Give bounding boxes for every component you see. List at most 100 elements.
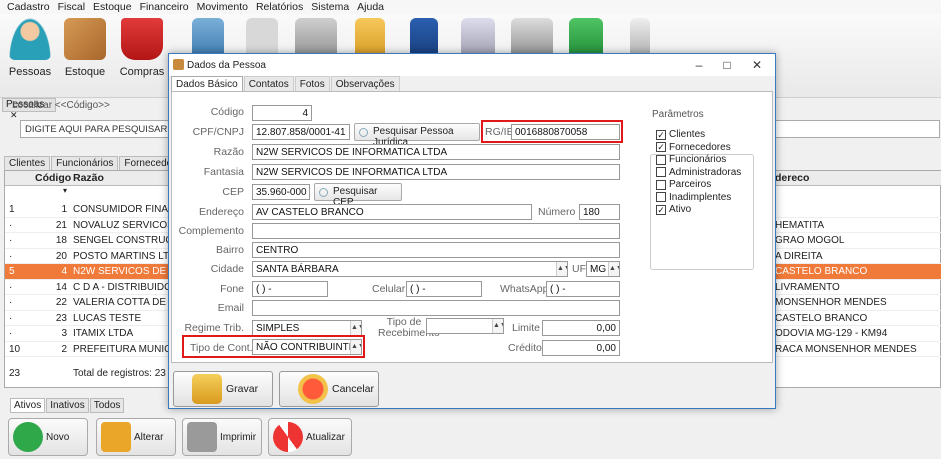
chevron-down-icon[interactable]: ▲▼ xyxy=(556,262,567,276)
row-code: 1 xyxy=(61,204,67,215)
uf-value: MG xyxy=(590,264,607,275)
whatsapp-field[interactable]: ( ) - xyxy=(546,281,620,297)
regime-select[interactable]: SIMPLES ▲▼ xyxy=(252,320,362,336)
label-regime: Regime Trib. xyxy=(184,322,244,334)
tab-observacoes[interactable]: Observações xyxy=(330,76,400,92)
header-razao[interactable]: Razão xyxy=(73,172,104,184)
menu-estoque[interactable]: Estoque xyxy=(89,0,136,14)
toolbar-estoque-button[interactable]: Estoque xyxy=(59,18,111,78)
filter-arrow[interactable]: ▾ xyxy=(63,186,67,195)
checkbox-icon[interactable] xyxy=(656,167,666,177)
chevron-down-icon[interactable]: ▲▼ xyxy=(350,321,361,335)
cep-field[interactable]: 35.960-000 xyxy=(252,184,310,200)
novo-button[interactable]: Novo xyxy=(8,418,88,456)
cidade-select[interactable]: SANTA BÁRBARA ▲▼ xyxy=(252,261,568,277)
row-index: 1 xyxy=(9,204,15,215)
checkbox-icon[interactable] xyxy=(656,154,666,165)
checkbox-icon[interactable] xyxy=(656,192,666,202)
pesquisar-juridica-button[interactable]: Pesquisar Pessoa Jurídica xyxy=(354,123,480,148)
bairro-field[interactable]: CENTRO xyxy=(252,242,620,258)
atualizar-label: Atualizar xyxy=(306,431,345,443)
label-razao: Razão xyxy=(213,146,244,158)
param-label: Administradoras xyxy=(669,166,742,178)
menu-financeiro[interactable]: Financeiro xyxy=(136,0,193,14)
imprimir-button[interactable]: Imprimir xyxy=(182,418,262,456)
param-checkbox[interactable]: ✓ Ativo xyxy=(656,204,691,215)
row-endereco: GRAO MOGOL xyxy=(775,235,845,246)
imprimir-label: Imprimir xyxy=(220,431,257,443)
param-checkbox[interactable]: Administradoras xyxy=(656,167,741,178)
menu-ajuda[interactable]: Ajuda xyxy=(353,0,388,14)
gravar-button[interactable]: Gravar xyxy=(173,371,273,407)
checkbox-icon[interactable] xyxy=(656,179,666,190)
menu-relatorios[interactable]: Relatórios xyxy=(252,0,307,14)
row-razao: CONSUMIDOR FINAL xyxy=(73,204,174,215)
checkbox-icon[interactable]: ✓ xyxy=(656,204,666,215)
header-codigo[interactable]: Código xyxy=(35,172,71,184)
credito-field[interactable]: 0,00 xyxy=(542,340,620,356)
chevron-down-icon[interactable]: ▲▼ xyxy=(492,319,503,333)
param-label: Funcionários xyxy=(669,154,727,165)
close-icon[interactable]: ✕ xyxy=(747,57,767,73)
dialog-form: Código 4 CPF/CNPJ 12.807.858/0001-41 Pes… xyxy=(171,91,773,363)
limite-field[interactable]: 0,00 xyxy=(542,320,620,336)
save-disk-icon xyxy=(192,374,222,404)
row-endereco: A DIREITA xyxy=(775,250,823,262)
menu-sistema[interactable]: Sistema xyxy=(307,0,353,14)
dialog-titlebar[interactable]: Dados da Pessoa – □ ✕ xyxy=(169,54,775,76)
alterar-button[interactable]: Alterar xyxy=(96,418,176,456)
menu-movimento[interactable]: Movimento xyxy=(193,0,252,14)
label-email: Email xyxy=(217,302,244,314)
minimize-icon[interactable]: – xyxy=(689,57,709,73)
uf-select[interactable]: MG ▲▼ xyxy=(586,261,620,277)
chevron-down-icon[interactable]: ▲▼ xyxy=(608,262,619,276)
pesquisar-cep-button[interactable]: Pesquisar CEP xyxy=(314,183,402,208)
menu-cadastro[interactable]: Cadastro xyxy=(3,0,54,14)
header-endereco[interactable]: dereco xyxy=(775,172,809,184)
tab-funcionarios[interactable]: Funcionários xyxy=(51,156,119,170)
parametros-title: Parâmetros xyxy=(650,109,706,120)
regime-value: SIMPLES xyxy=(256,323,300,334)
tab-clientes[interactable]: Clientes xyxy=(4,156,51,170)
edit-arrow-icon xyxy=(101,422,131,452)
endereco-field[interactable]: AV CASTELO BRANCO xyxy=(252,204,532,220)
menu-fiscal[interactable]: Fiscal xyxy=(54,0,89,14)
status-tabs: Ativos Inativos Todos xyxy=(10,398,125,413)
tab-fotos[interactable]: Fotos xyxy=(294,76,330,92)
celular-field[interactable]: ( ) - xyxy=(406,281,482,297)
param-checkbox[interactable]: Funcionários xyxy=(656,154,726,165)
tab-dados-basico[interactable]: Dados Básico xyxy=(171,76,243,92)
email-field[interactable] xyxy=(252,300,620,316)
param-checkbox[interactable]: ✓ Clientes xyxy=(656,129,705,140)
razao-field[interactable]: N2W SERVICOS DE INFORMATICA LTDA xyxy=(252,144,620,160)
checkbox-icon[interactable]: ✓ xyxy=(656,129,666,140)
cancelar-button[interactable]: Cancelar xyxy=(279,371,379,407)
tab-inativos[interactable]: Inativos xyxy=(46,398,89,413)
tab-todos[interactable]: Todos xyxy=(89,398,125,413)
param-label: Clientes xyxy=(669,129,706,140)
param-checkbox[interactable]: Parceiros xyxy=(656,179,711,190)
row-index: · xyxy=(9,235,13,246)
tab-ativos[interactable]: Ativos xyxy=(10,398,46,413)
toolbar-pessoas-label: Pessoas xyxy=(8,66,52,78)
param-label: Inadimplentes xyxy=(669,191,732,203)
rg-highlight xyxy=(481,120,623,143)
toolbar-compras-button[interactable]: Compras xyxy=(116,18,168,78)
fantasia-field[interactable]: N2W SERVICOS DE INFORMATICA LTDA xyxy=(252,164,620,180)
tipo-recebimento-select[interactable]: ▲▼ xyxy=(426,318,504,334)
toolbar-pessoas-button[interactable]: Pessoas xyxy=(4,18,56,78)
codigo-field[interactable]: 4 xyxy=(252,105,312,121)
fone-field[interactable]: ( ) - xyxy=(252,281,328,297)
maximize-icon[interactable]: □ xyxy=(717,57,737,73)
param-checkbox[interactable]: Inadimplentes xyxy=(656,192,731,203)
tab-contatos[interactable]: Contatos xyxy=(243,76,294,92)
param-checkbox[interactable]: ✓ Fornecedores xyxy=(656,142,731,153)
cpf-field[interactable]: 12.807.858/0001-41 xyxy=(252,124,350,140)
complemento-field[interactable] xyxy=(252,223,620,239)
label-fantasia: Fantasia xyxy=(203,166,244,178)
close-icon[interactable]: ✕ xyxy=(10,110,18,120)
total-label: Total de registros: 23 xyxy=(73,368,166,379)
numero-field[interactable]: 180 xyxy=(579,204,620,220)
atualizar-button[interactable]: Atualizar xyxy=(268,418,352,456)
checkbox-icon[interactable]: ✓ xyxy=(656,142,666,152)
